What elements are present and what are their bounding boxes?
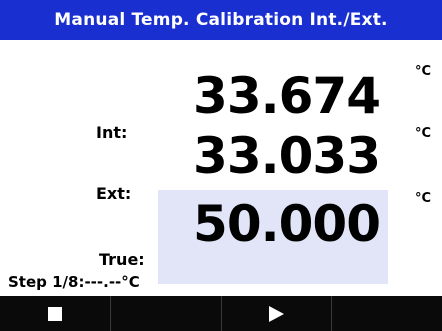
true-label: True: bbox=[99, 250, 145, 269]
softkey-bar bbox=[0, 296, 442, 331]
ext-unit: °C bbox=[415, 126, 432, 141]
softkey-play-button[interactable] bbox=[222, 296, 333, 331]
true-unit: °C bbox=[415, 191, 432, 206]
int-label: Int: bbox=[96, 123, 128, 142]
softkey-stop-button[interactable] bbox=[0, 296, 111, 331]
true-value[interactable]: 50.000 bbox=[140, 198, 381, 250]
softkey-2-button[interactable] bbox=[111, 296, 222, 331]
softkey-4-button[interactable] bbox=[332, 296, 442, 331]
stop-icon bbox=[47, 306, 62, 321]
int-unit: °C bbox=[415, 64, 432, 79]
ext-value: 33.033 bbox=[193, 127, 381, 185]
int-value: 33.674 bbox=[193, 67, 381, 125]
page-title: Manual Temp. Calibration Int./Ext. bbox=[54, 10, 388, 30]
title-bar: Manual Temp. Calibration Int./Ext. bbox=[0, 0, 442, 40]
ext-label: Ext: bbox=[96, 184, 132, 203]
step-status: Step 1/8:---.--°C bbox=[8, 273, 140, 291]
play-icon bbox=[268, 305, 284, 322]
